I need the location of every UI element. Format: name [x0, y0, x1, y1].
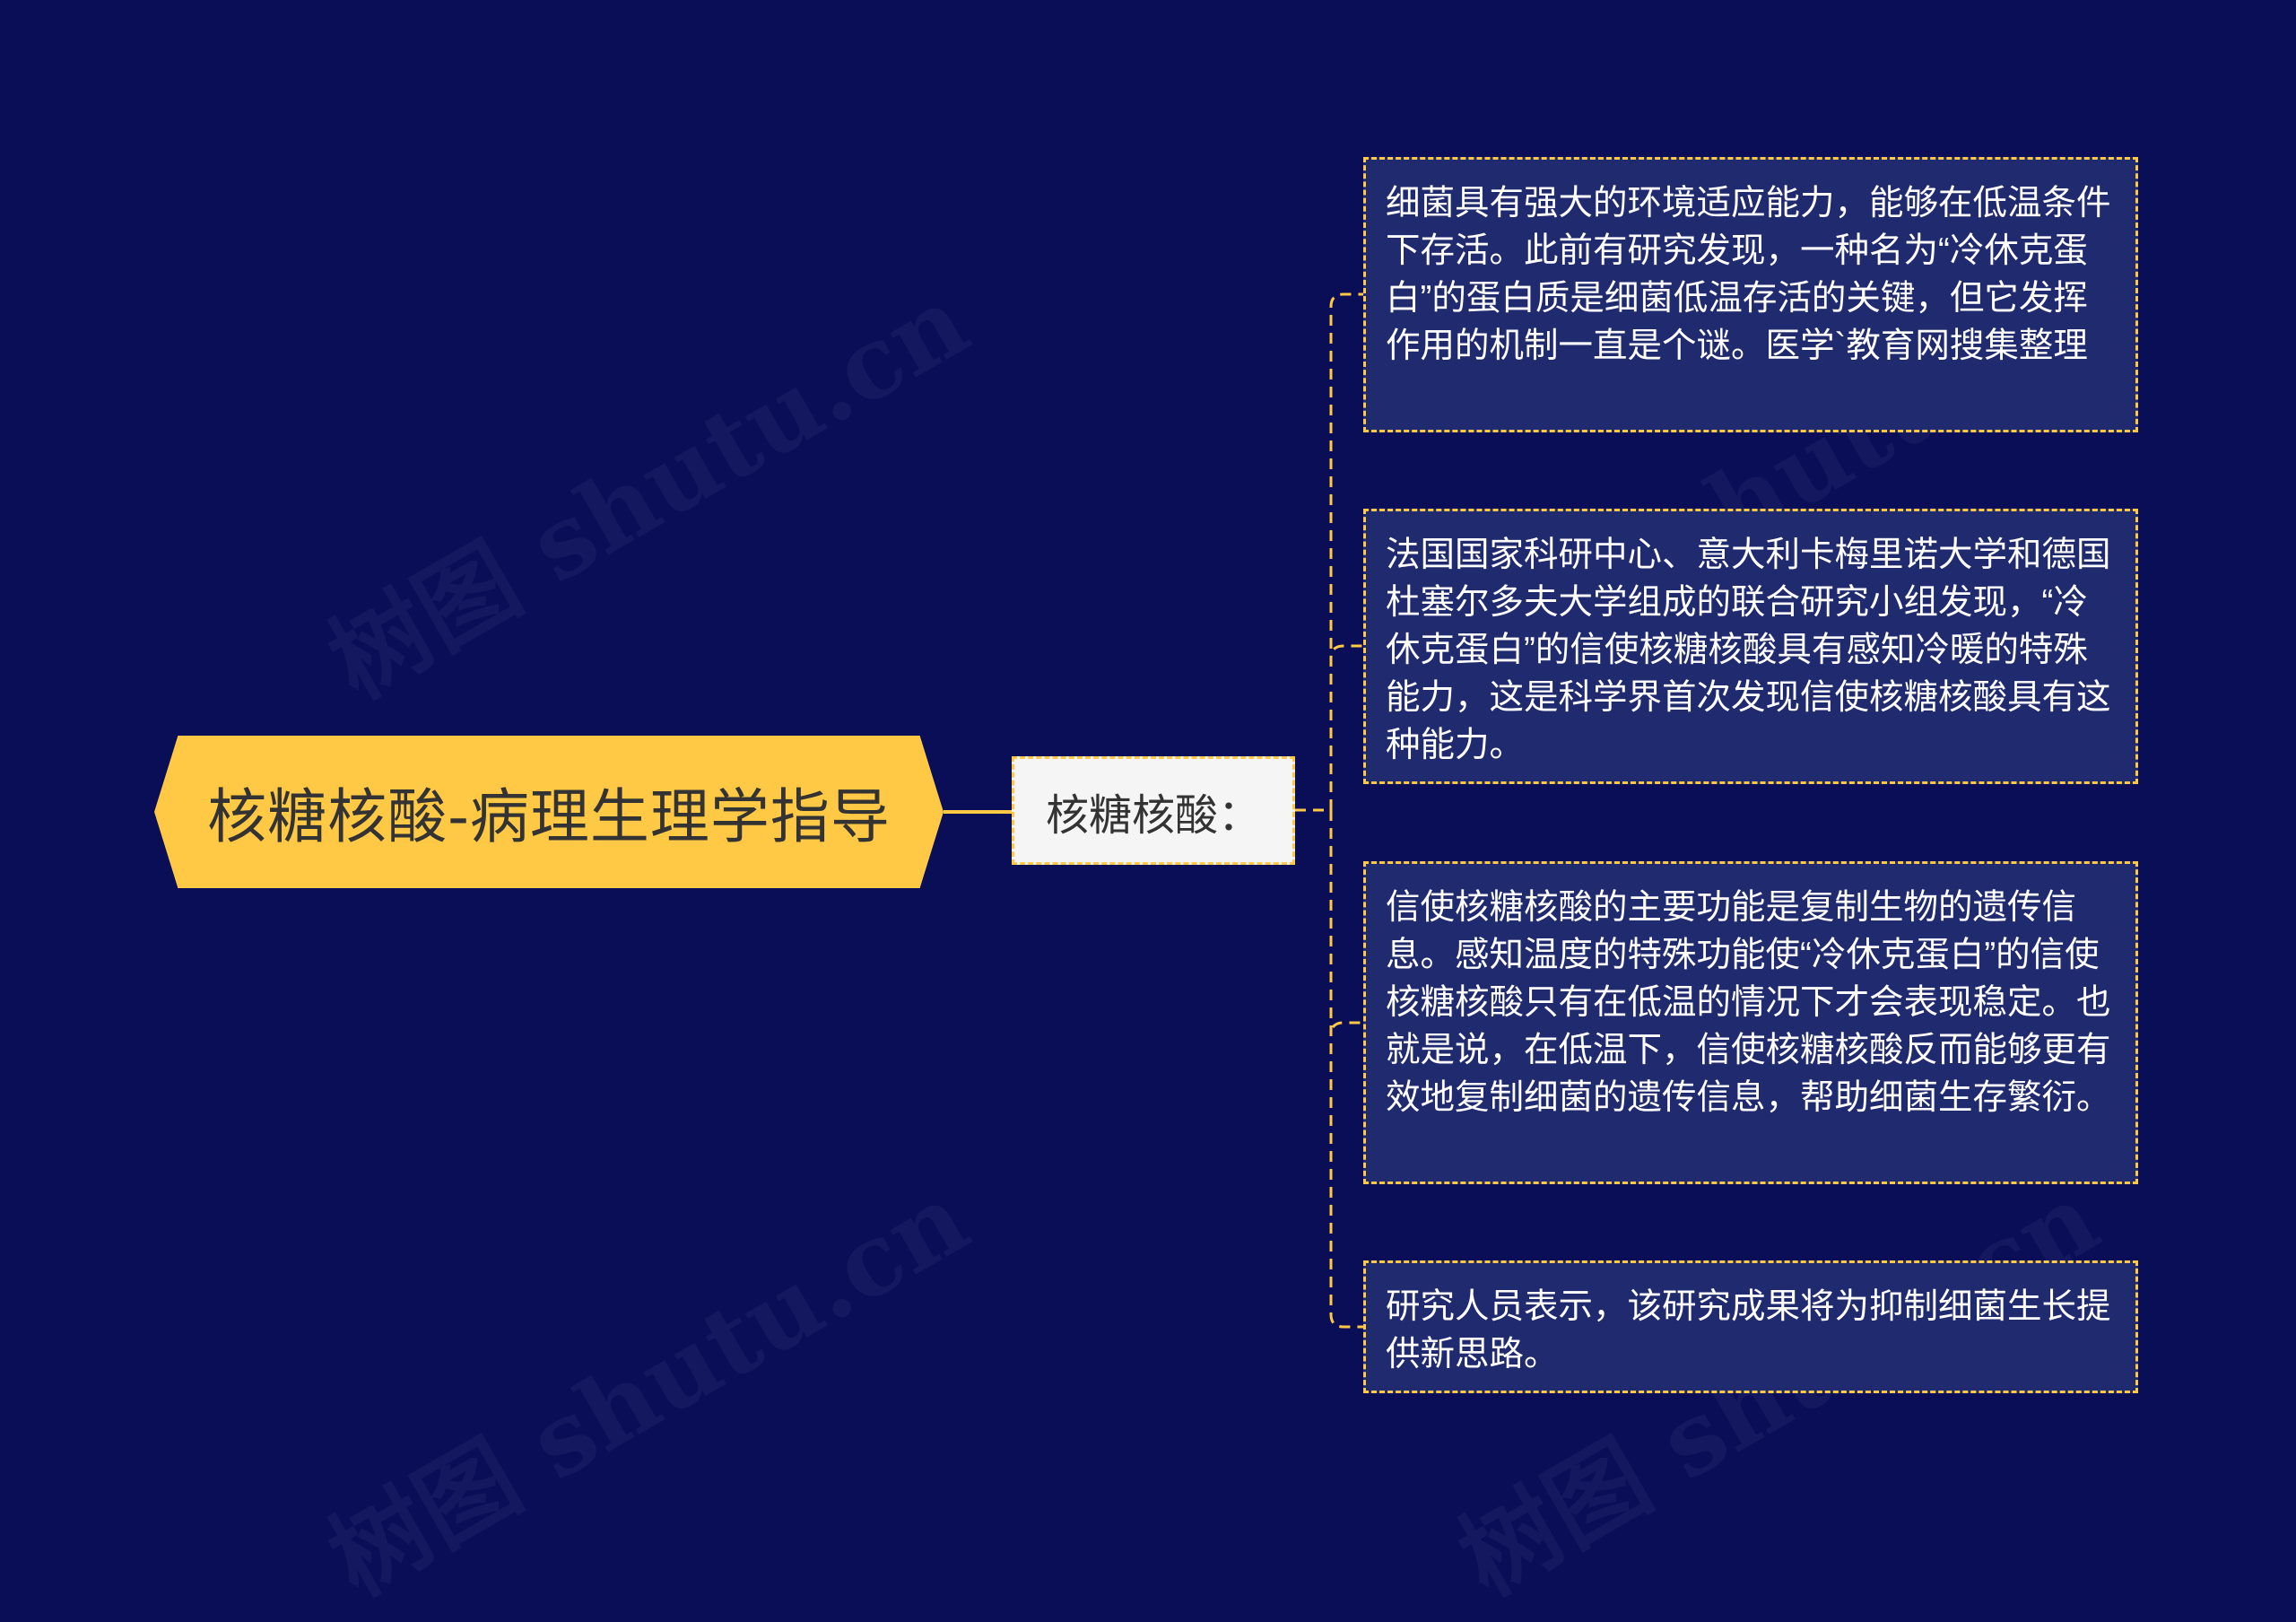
leaf-node[interactable]: 研究人员表示，该研究成果将为抑制细菌生长提供新思路。	[1363, 1260, 2138, 1393]
branch-node[interactable]: 核糖核酸：	[1012, 756, 1295, 865]
root-node-label: 核糖核酸-病理生理学指导	[207, 782, 891, 851]
branch-to-leaf-3-line	[1329, 810, 1363, 1036]
leaf-node[interactable]: 法国国家科研中心、意大利卡梅里诺大学和德国杜塞尔多夫大学组成的联合研究小组发现，…	[1363, 509, 2138, 784]
leaf-node-text: 细菌具有强大的环境适应能力，能够在低温条件下存活。此前有研究发现，一种名为“冷休…	[1386, 184, 2111, 365]
root-node[interactable]: 核糖核酸-病理生理学指导	[154, 736, 944, 888]
branch-to-leaf-1-line	[1329, 292, 1363, 810]
leaf-node-text: 研究人员表示，该研究成果将为抑制细菌生长提供新思路。	[1386, 1287, 2111, 1373]
leaf-node[interactable]: 细菌具有强大的环境适应能力，能够在低温条件下存活。此前有研究发现，一种名为“冷休…	[1363, 157, 2138, 432]
branch-to-leaf-4-line	[1329, 810, 1363, 1329]
branch-node-label: 核糖核酸：	[1045, 789, 1261, 841]
leaf-node-text: 法国国家科研中心、意大利卡梅里诺大学和德国杜塞尔多夫大学组成的联合研究小组发现，…	[1386, 536, 2111, 764]
leaf-node[interactable]: 信使核糖核酸的主要功能是复制生物的遗传信息。感知温度的特殊功能使“冷休克蛋白”的…	[1363, 861, 2138, 1184]
branch-to-leaf-2-line	[1329, 644, 1363, 810]
mind-map-canvas: 树图 shutu.cn 树图 shutu.cn 树图 shutu.cn 树图 s…	[0, 0, 2296, 1618]
leaf-node-text: 信使核糖核酸的主要功能是复制生物的遗传信息。感知温度的特殊功能使“冷休克蛋白”的…	[1386, 888, 2111, 1117]
